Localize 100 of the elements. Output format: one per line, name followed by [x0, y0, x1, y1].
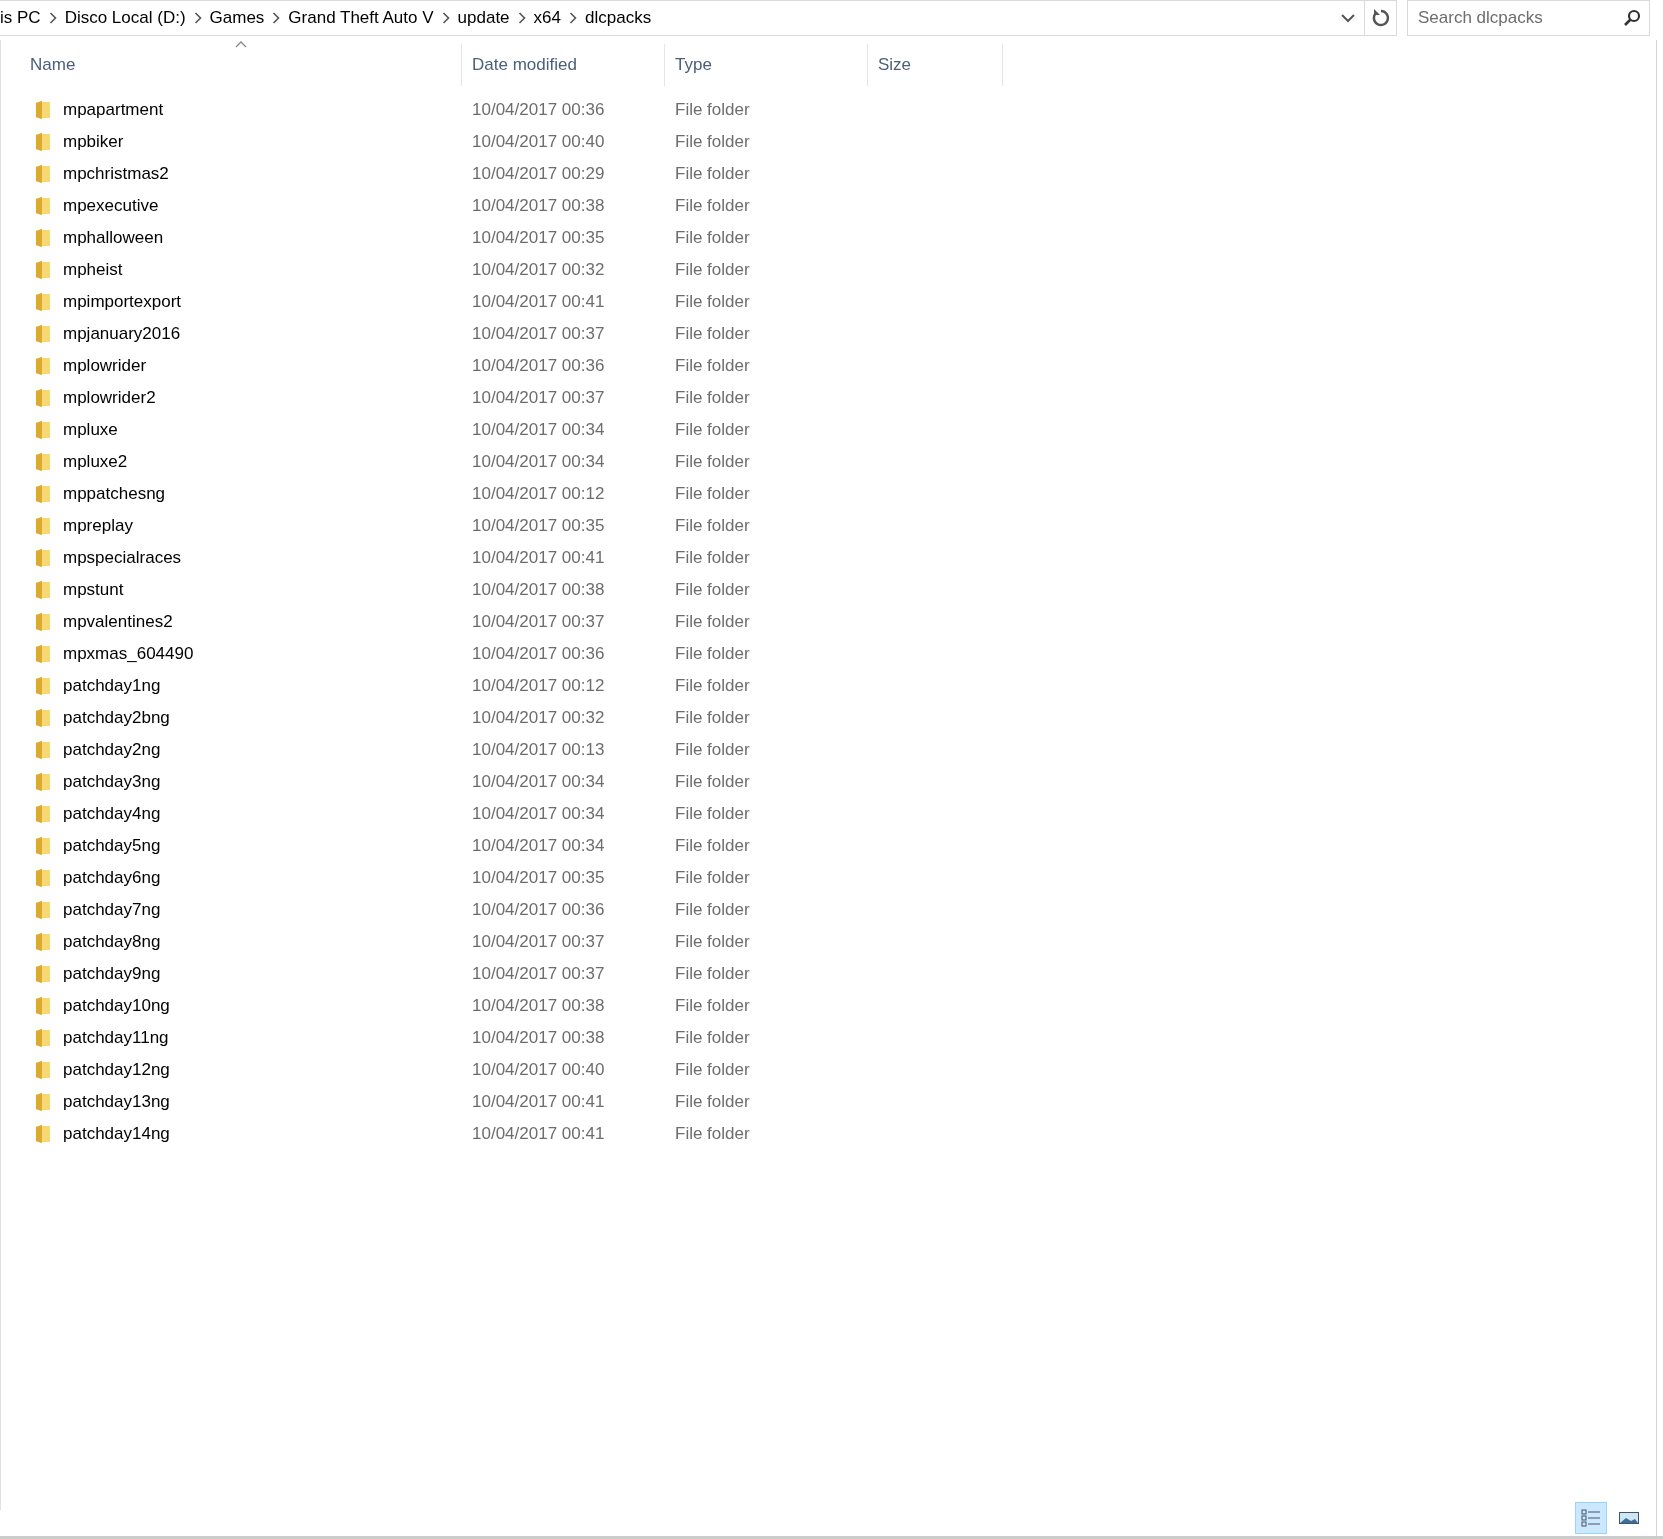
file-name[interactable]: patchday2ng — [63, 737, 161, 763]
folder-icon — [35, 804, 51, 824]
date-modified: 10/04/2017 00:38 — [472, 996, 605, 1016]
date-modified: 10/04/2017 00:37 — [472, 932, 605, 952]
file-type: File folder — [675, 1028, 750, 1048]
column-header[interactable]: Type — [665, 44, 868, 86]
chevron-right-icon — [193, 12, 202, 24]
file-name[interactable]: patchday9ng — [63, 961, 161, 987]
date-modified: 10/04/2017 00:41 — [472, 292, 605, 312]
folder-icon — [35, 516, 51, 536]
file-type: File folder — [675, 1092, 750, 1112]
file-type: File folder — [675, 1060, 750, 1080]
breadcrumb-item[interactable]: is PC — [0, 5, 49, 31]
breadcrumb-item[interactable]: dlcpacks — [577, 5, 660, 31]
chevron-right-icon — [48, 12, 57, 24]
file-type: File folder — [675, 740, 750, 760]
folder-icon — [35, 324, 51, 344]
file-name[interactable]: mpluxe — [63, 417, 118, 443]
breadcrumb-item[interactable]: Grand Theft Auto V — [280, 5, 442, 31]
date-modified: 10/04/2017 00:34 — [472, 804, 605, 824]
file-name[interactable]: mpspecialraces — [63, 545, 182, 571]
file-name[interactable]: patchday5ng — [63, 833, 161, 859]
folder-icon — [35, 548, 51, 568]
folder-icon — [35, 836, 51, 856]
file-type: File folder — [675, 772, 750, 792]
file-name[interactable]: mplowrider2 — [63, 385, 156, 411]
folder-icon — [35, 676, 51, 696]
folder-icon — [35, 196, 51, 216]
folder-icon — [35, 356, 51, 376]
file-name[interactable]: patchday8ng — [63, 929, 161, 955]
folder-icon — [35, 228, 51, 248]
file-name[interactable]: patchday12ng — [63, 1057, 170, 1083]
file-name[interactable]: patchday7ng — [63, 897, 161, 923]
file-name[interactable]: mpimportexport — [63, 289, 182, 315]
search-field[interactable]: Search dlcpacks — [1407, 0, 1650, 36]
file-name[interactable]: patchday13ng — [63, 1089, 170, 1115]
file-type: File folder — [675, 100, 750, 120]
folder-icon — [35, 260, 51, 280]
folder-icon — [35, 164, 51, 184]
file-name[interactable]: mpjanuary2016 — [63, 321, 181, 347]
folder-icon — [35, 708, 51, 728]
folder-icon — [35, 964, 51, 984]
file-type: File folder — [675, 548, 750, 568]
file-name[interactable]: mpexecutive — [63, 193, 159, 219]
date-modified: 10/04/2017 00:37 — [472, 388, 605, 408]
file-name[interactable]: patchday2bng — [63, 705, 170, 731]
file-name[interactable]: patchday14ng — [63, 1121, 170, 1147]
file-type: File folder — [675, 356, 750, 376]
column-header[interactable]: Size — [868, 44, 1003, 86]
breadcrumb-item[interactable]: Games — [201, 5, 273, 31]
file-name[interactable]: mpchristmas2 — [63, 161, 169, 187]
folder-icon — [35, 100, 51, 120]
file-name[interactable]: mpbiker — [63, 129, 124, 155]
chevron-right-icon — [517, 12, 526, 24]
file-name[interactable]: patchday3ng — [63, 769, 161, 795]
file-name[interactable]: patchday6ng — [63, 865, 161, 891]
file-name[interactable]: mpvalentines2 — [63, 609, 173, 635]
file-name[interactable]: patchday1ng — [63, 673, 161, 699]
date-modified: 10/04/2017 00:32 — [472, 260, 605, 280]
details-view-button[interactable] — [1575, 1501, 1607, 1534]
file-type: File folder — [675, 644, 750, 664]
file-type: File folder — [675, 132, 750, 152]
folder-icon — [35, 644, 51, 664]
file-type: File folder — [675, 676, 750, 696]
date-modified: 10/04/2017 00:36 — [472, 100, 605, 120]
date-modified: 10/04/2017 00:34 — [472, 836, 605, 856]
folder-icon — [35, 420, 51, 440]
file-name[interactable]: mplowrider — [63, 353, 147, 379]
address-bar[interactable]: is PC Disco Local (D:) Games Grand Theft Auto V update x64 dlcpacks — [0, 0, 1397, 36]
date-modified: 10/04/2017 00:38 — [472, 196, 605, 216]
file-name[interactable]: mpstunt — [63, 577, 124, 603]
file-type: File folder — [675, 804, 750, 824]
file-name[interactable]: mpheist — [63, 257, 123, 283]
date-modified: 10/04/2017 00:12 — [472, 676, 605, 696]
date-modified: 10/04/2017 00:12 — [472, 484, 605, 504]
date-modified: 10/04/2017 00:34 — [472, 420, 605, 440]
file-name[interactable]: mpluxe2 — [63, 449, 128, 475]
folder-icon — [35, 900, 51, 920]
file-name[interactable]: patchday4ng — [63, 801, 161, 827]
file-name[interactable]: mpxmas_604490 — [63, 641, 194, 667]
file-type: File folder — [675, 836, 750, 856]
folder-icon — [35, 868, 51, 888]
file-name[interactable]: mpapartment — [63, 97, 164, 123]
file-type: File folder — [675, 1124, 750, 1144]
breadcrumb-item[interactable]: update — [449, 5, 518, 31]
file-name[interactable]: mphalloween — [63, 225, 164, 251]
breadcrumb-item[interactable]: x64 — [525, 5, 569, 31]
file-name[interactable]: mppatchesng — [63, 481, 166, 507]
file-type: File folder — [675, 292, 750, 312]
date-modified: 10/04/2017 00:37 — [472, 612, 605, 632]
column-header[interactable]: Date modified — [462, 44, 665, 86]
date-modified: 10/04/2017 00:37 — [472, 964, 605, 984]
file-name[interactable]: patchday10ng — [63, 993, 170, 1019]
details-list-icon — [1581, 1508, 1601, 1527]
column-header[interactable]: Name — [0, 44, 462, 86]
file-type: File folder — [675, 196, 750, 216]
file-name[interactable]: mpreplay — [63, 513, 133, 539]
date-modified: 10/04/2017 00:38 — [472, 580, 605, 600]
breadcrumb-item[interactable]: Disco Local (D:) — [56, 5, 194, 31]
file-name[interactable]: patchday11ng — [63, 1025, 169, 1051]
